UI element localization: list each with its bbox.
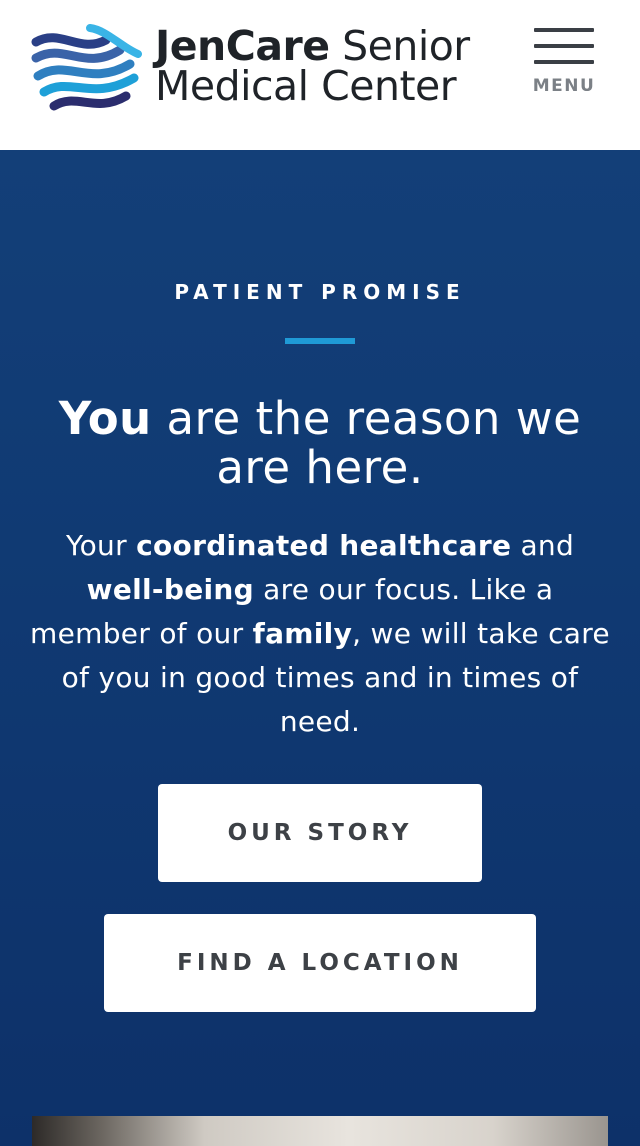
brand-name-line2: Medical Center bbox=[155, 62, 457, 110]
our-story-button[interactable]: OUR STORY bbox=[158, 784, 482, 882]
headline-emphasis: You bbox=[58, 392, 152, 445]
find-a-location-button[interactable]: FIND A LOCATION bbox=[104, 914, 536, 1012]
menu-button[interactable]: MENU bbox=[532, 28, 596, 98]
hero-photo bbox=[32, 1116, 608, 1146]
hamburger-icon bbox=[534, 28, 594, 32]
body-text-strong: family bbox=[252, 617, 353, 650]
hero-headline: You are the reason we are here. bbox=[20, 394, 620, 492]
body-text-part: and bbox=[520, 529, 575, 562]
hero-body-text: Your coordinated healthcare and well-bei… bbox=[30, 524, 610, 744]
patient-promise-hero: PATIENT PROMISE You are the reason we ar… bbox=[0, 150, 640, 1146]
body-text-part: Your bbox=[65, 529, 127, 562]
headline-rest: are the reason we are here. bbox=[166, 392, 582, 494]
wave-stripes-logo-icon[interactable] bbox=[30, 24, 142, 124]
hamburger-icon-bar bbox=[534, 44, 594, 48]
menu-label: MENU bbox=[532, 76, 596, 96]
site-header: JenCare Senior Medical Center MENU bbox=[0, 0, 640, 150]
body-text-strong: well-being bbox=[86, 573, 254, 606]
accent-divider bbox=[285, 338, 355, 344]
section-eyebrow: PATIENT PROMISE bbox=[174, 280, 466, 304]
body-text-strong: coordinated healthcare bbox=[136, 529, 512, 562]
brand-wordmark[interactable]: JenCare Senior Medical Center bbox=[155, 26, 470, 107]
hamburger-icon-bar bbox=[534, 60, 594, 64]
